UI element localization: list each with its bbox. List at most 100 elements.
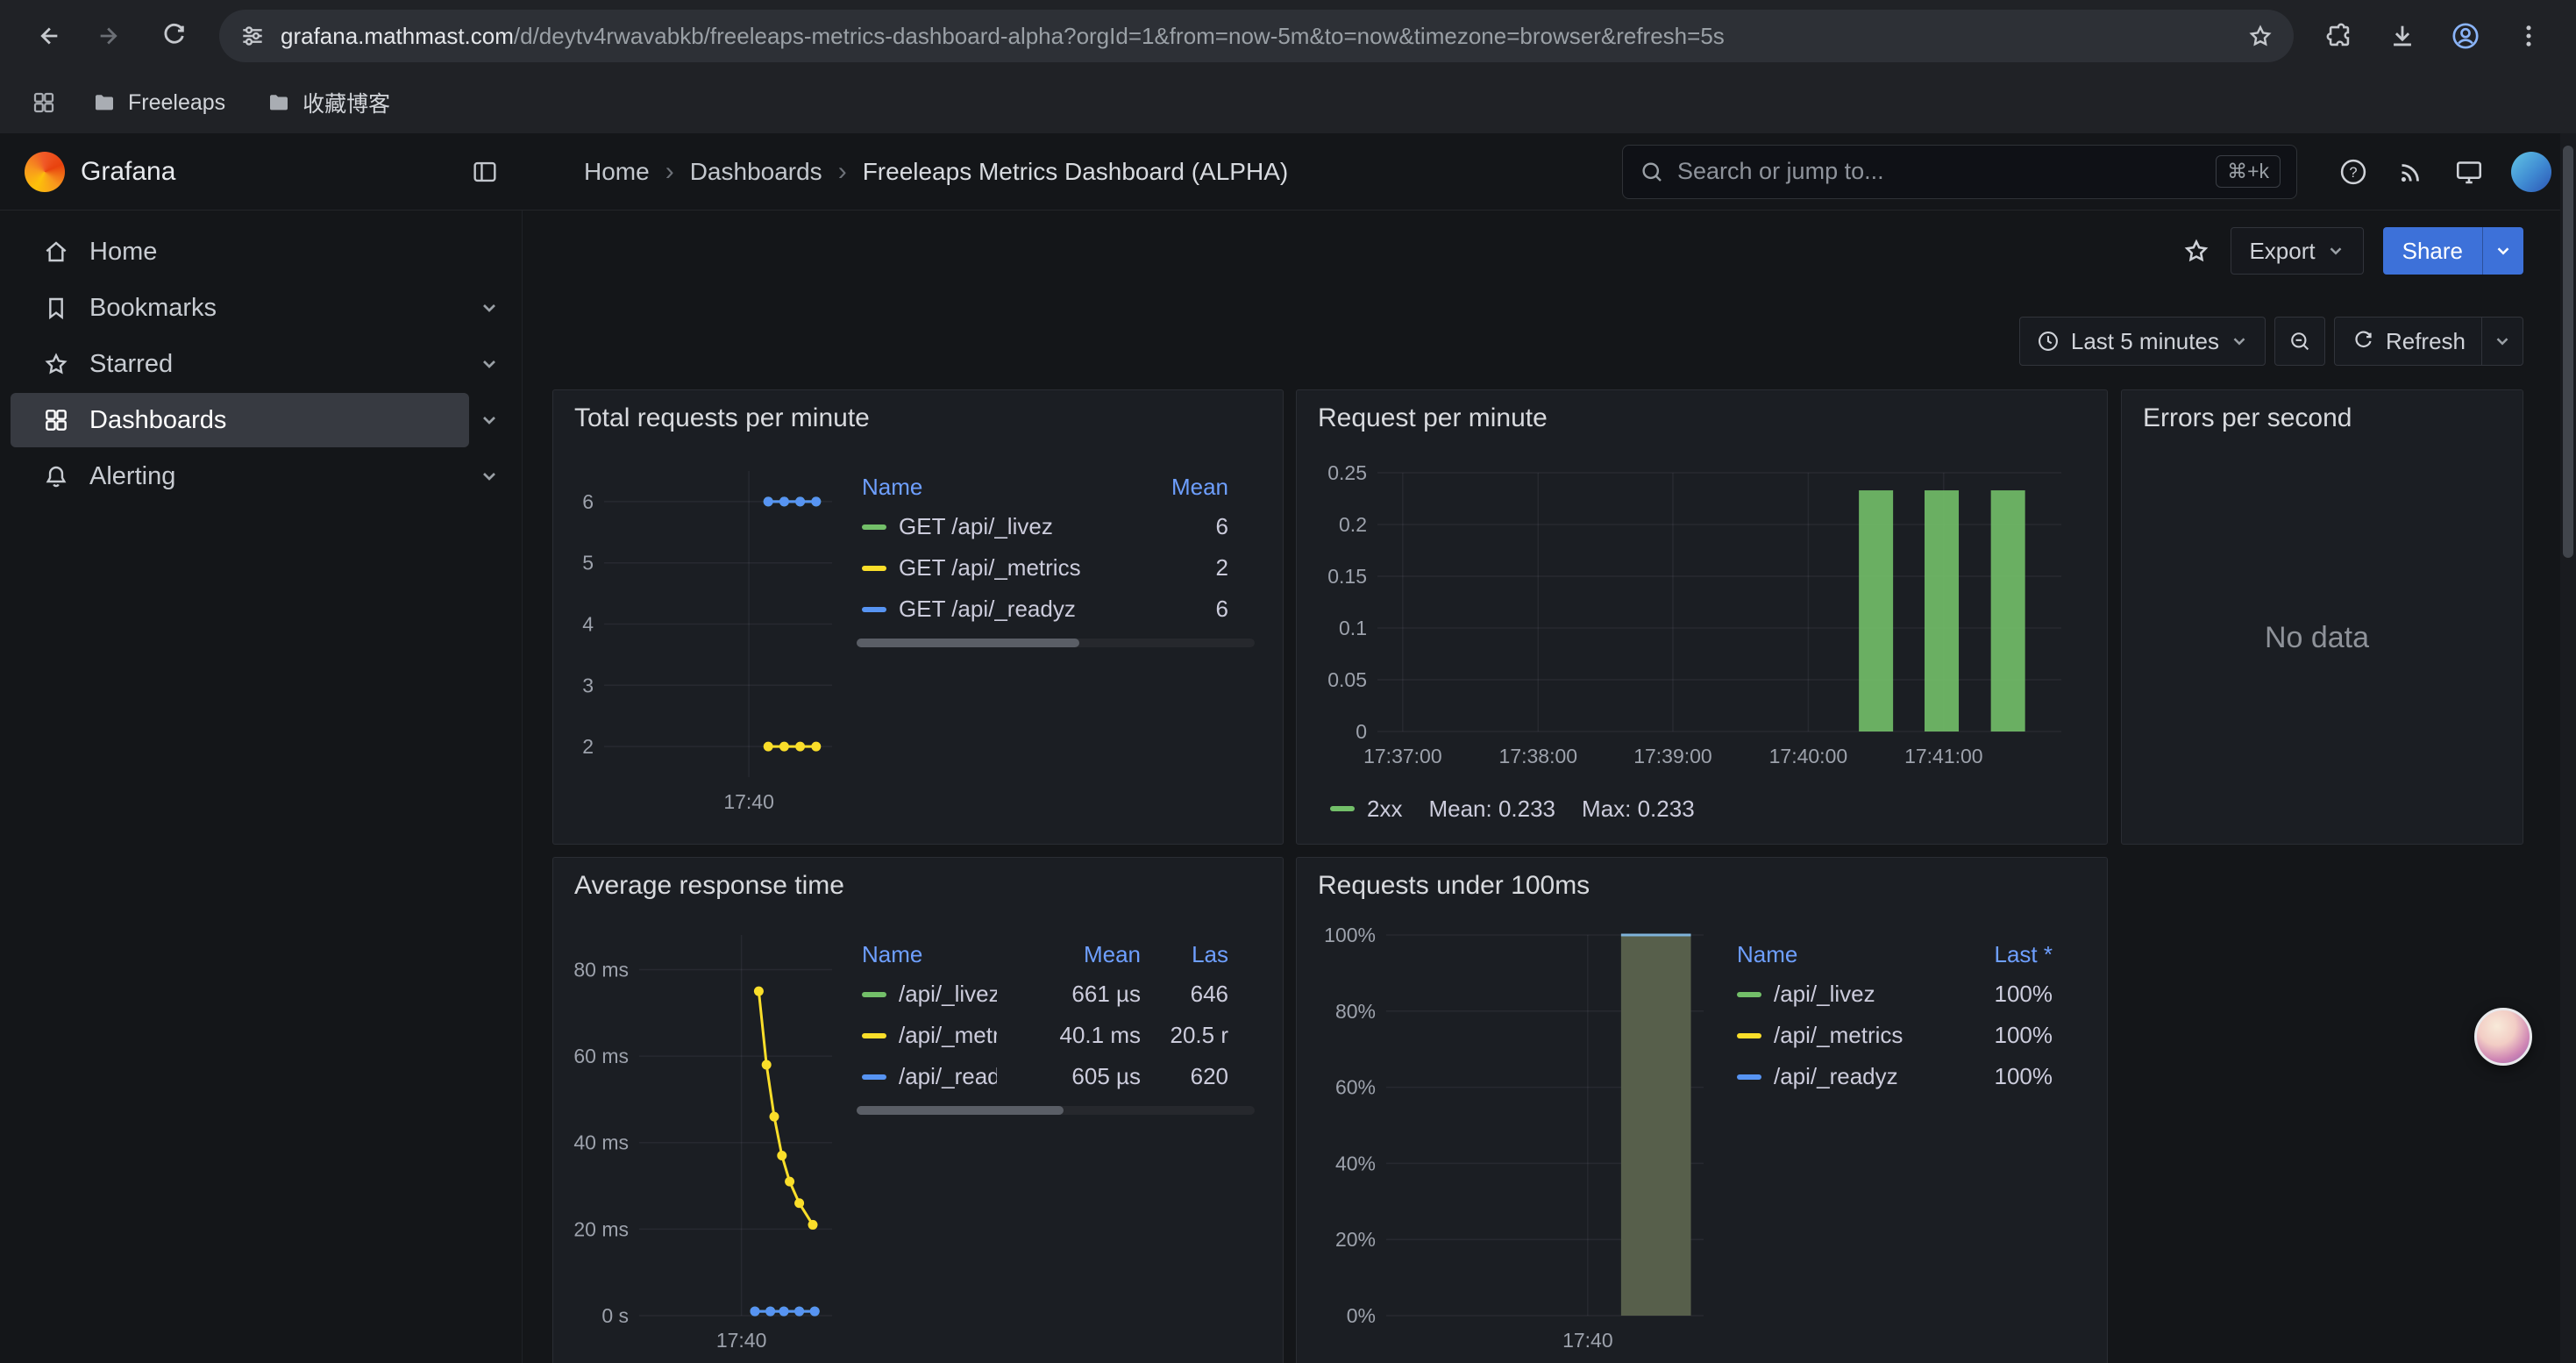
expand-chevron[interactable] [469, 410, 509, 431]
url-bar[interactable]: grafana.mathmast.com/d/deytv4rwavabkb/fr… [219, 10, 2294, 62]
panel-title[interactable]: Request per minute [1318, 403, 1548, 433]
series-name[interactable]: /api/_metrics [1774, 1022, 1903, 1049]
series-name[interactable]: /api/_livez [1774, 981, 1875, 1008]
svg-text:0: 0 [1356, 720, 1367, 743]
chat-assistant-avatar[interactable] [2474, 1008, 2532, 1066]
reload-button[interactable] [146, 8, 202, 64]
search-input[interactable] [1677, 158, 2203, 185]
chevron-down-icon [2493, 332, 2512, 351]
search-bar[interactable]: ⌘+k [1622, 145, 2297, 199]
favorite-dashboard-button[interactable] [2181, 236, 2211, 266]
share-menu-toggle[interactable] [2482, 227, 2523, 275]
expand-chevron[interactable] [469, 466, 509, 487]
grafana-header: Grafana Home › Dashboards › Freeleaps Me… [0, 133, 2576, 211]
sidebar-toggle-button[interactable] [470, 157, 500, 187]
news-button[interactable] [2395, 156, 2427, 188]
legend-row[interactable]: GET /api/_metrics 2 [857, 547, 1255, 589]
refresh-label: Refresh [2386, 328, 2466, 355]
series-name[interactable]: /api/_livez [899, 981, 997, 1008]
legend-col-name[interactable]: Name [1737, 941, 1926, 968]
series-last: 100% [1939, 1022, 2053, 1049]
svg-text:2: 2 [582, 735, 594, 758]
sidebar-item-label: Bookmarks [89, 294, 217, 323]
bar-chart[interactable]: 0%20%40%60%80%100%17:40 [1302, 912, 1723, 1363]
legend-col-name[interactable]: Name [862, 474, 1142, 501]
refresh-interval-toggle[interactable] [2481, 318, 2523, 365]
series-swatch [862, 1074, 886, 1080]
legend-col-last[interactable]: Las [1153, 941, 1228, 968]
bookmark-item-freeleaps[interactable]: Freeleaps [77, 82, 239, 123]
legend-col-name[interactable]: Name [862, 941, 997, 968]
sidebar-item-home[interactable]: Home [11, 225, 509, 279]
grafana-logo[interactable] [25, 152, 65, 192]
bar-chart[interactable]: 00.050.10.150.20.2517:37:0017:38:0017:39… [1302, 445, 2091, 786]
share-button[interactable]: Share [2383, 227, 2523, 275]
profile-icon [2450, 20, 2481, 52]
panel-title[interactable]: Average response time [574, 871, 844, 901]
legend-item[interactable]: 2xx [1330, 796, 1402, 823]
back-button[interactable] [19, 8, 75, 64]
breadcrumb-home[interactable]: Home [584, 158, 650, 186]
timeseries-chart[interactable]: 0 s20 ms40 ms60 ms80 ms17:40 [559, 912, 848, 1363]
legend-row[interactable]: GET /api/_livez 6 [857, 506, 1255, 547]
bookmark-star-icon[interactable] [2246, 22, 2274, 50]
scrollbar-thumb[interactable] [2563, 146, 2573, 558]
bookmark-label: Freeleaps [128, 90, 225, 116]
apps-grid-button[interactable] [23, 82, 65, 124]
legend-scrollbar[interactable] [857, 1106, 1255, 1115]
expand-chevron[interactable] [469, 297, 509, 318]
bookmark-item-blogs[interactable]: 收藏博客 [252, 80, 404, 125]
display-button[interactable] [2453, 156, 2485, 188]
svg-text:100%: 100% [1324, 924, 1376, 946]
legend-row[interactable]: GET /api/_readyz 6 [857, 589, 1255, 630]
legend-col-mean[interactable]: Mean [1155, 474, 1228, 501]
legend-col-last[interactable]: Last * [1939, 941, 2053, 968]
forward-button[interactable] [82, 8, 139, 64]
legend-row[interactable]: /api/_readyz 100% [1732, 1056, 2079, 1097]
legend-row[interactable]: /api/_metrics 100% [1732, 1015, 2079, 1056]
sidebar-item-starred[interactable]: Starred [11, 337, 509, 391]
legend-row[interactable]: /api/_readyz 605 µs 620 [857, 1056, 1255, 1097]
series-name[interactable]: /api/_metrics [899, 1022, 997, 1049]
panel-title[interactable]: Total requests per minute [574, 403, 870, 433]
svg-text:0.2: 0.2 [1339, 513, 1367, 536]
extensions-button[interactable] [2311, 8, 2367, 64]
expand-chevron[interactable] [469, 353, 509, 375]
panel-title[interactable]: Errors per second [2143, 403, 2352, 433]
export-button[interactable]: Export [2231, 227, 2363, 275]
series-name[interactable]: GET /api/_livez [899, 513, 1053, 540]
sidebar-item-alerting[interactable]: Alerting [11, 449, 509, 503]
series-name[interactable]: GET /api/_metrics [899, 554, 1081, 582]
time-range-picker[interactable]: Last 5 minutes [2019, 317, 2266, 366]
legend-row[interactable]: /api/_metrics 40.1 ms 20.5 r [857, 1015, 1255, 1056]
zoom-out-button[interactable] [2274, 317, 2325, 366]
downloads-button[interactable] [2374, 8, 2430, 64]
series-name[interactable]: GET /api/_readyz [899, 596, 1076, 623]
series-name[interactable]: 2xx [1367, 796, 1402, 823]
sidebar-item-dashboards[interactable]: Dashboards [11, 393, 509, 447]
breadcrumb-dashboards[interactable]: Dashboards [690, 158, 822, 186]
bookmark-label: 收藏博客 [302, 87, 390, 118]
user-avatar[interactable] [2511, 152, 2551, 192]
url-text[interactable]: grafana.mathmast.com/d/deytv4rwavabkb/fr… [281, 23, 2246, 50]
svg-text:0.1: 0.1 [1339, 617, 1367, 639]
profile-button[interactable] [2437, 8, 2494, 64]
sidebar-item-label: Alerting [89, 462, 175, 491]
site-settings-icon[interactable] [238, 22, 267, 50]
time-controls: Last 5 minutes Refresh [523, 316, 2576, 367]
series-name[interactable]: /api/_readyz [899, 1063, 997, 1090]
timeseries-chart[interactable]: 6543217:40 [559, 445, 848, 831]
legend-scrollbar[interactable] [857, 639, 1255, 647]
legend-row[interactable]: /api/_livez 100% [1732, 974, 2079, 1015]
legend-col-mean[interactable]: Mean [1009, 941, 1141, 968]
svg-text:17:40: 17:40 [1562, 1329, 1613, 1352]
clock-icon [2036, 329, 2060, 353]
legend-row[interactable]: /api/_livez 661 µs 646 [857, 974, 1255, 1015]
help-button[interactable]: ? [2338, 156, 2369, 188]
sidebar-item-bookmarks[interactable]: Bookmarks [11, 281, 509, 335]
series-name[interactable]: /api/_readyz [1774, 1063, 1898, 1090]
panel-title[interactable]: Requests under 100ms [1318, 871, 1590, 901]
sidebar-item-label: Home [89, 238, 157, 267]
refresh-control[interactable]: Refresh [2334, 317, 2523, 366]
menu-button[interactable] [2501, 8, 2557, 64]
